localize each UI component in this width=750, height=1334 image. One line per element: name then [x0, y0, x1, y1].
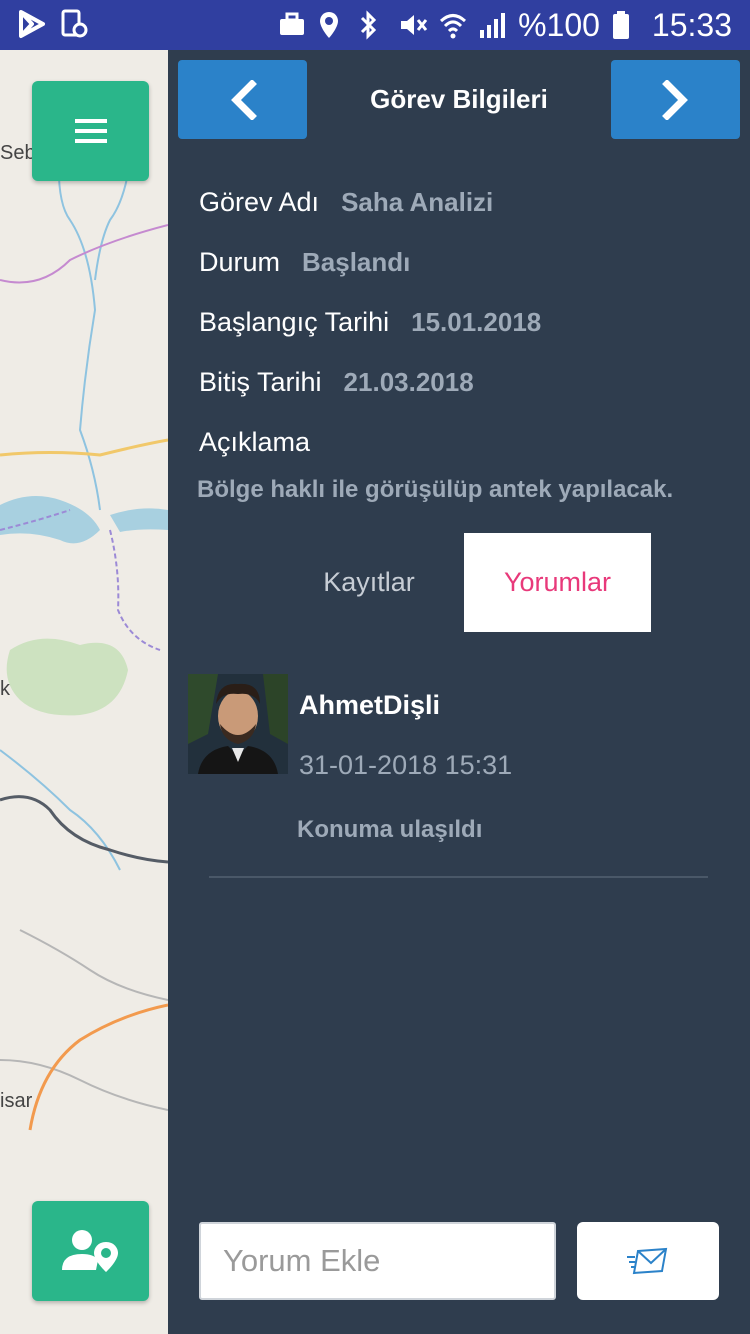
comment-input[interactable] — [199, 1222, 556, 1300]
battery-icon — [612, 10, 640, 40]
comment-divider — [209, 876, 708, 878]
chevron-left-icon — [230, 79, 257, 120]
chevron-right-icon — [661, 79, 688, 120]
next-button[interactable] — [611, 60, 740, 139]
start-date-label: Başlangıç Tarihi — [199, 307, 390, 337]
end-date-row: Bitiş Tarihi 21.03.2018 — [199, 367, 474, 398]
user-location-icon — [61, 1230, 118, 1272]
start-date-value: 15.01.2018 — [411, 307, 542, 337]
task-name-value: Saha Analizi — [341, 187, 494, 217]
map-label: k — [0, 678, 10, 700]
description-label: Açıklama — [199, 427, 311, 457]
tab-records[interactable]: Kayıtlar — [294, 533, 444, 632]
end-date-label: Bitiş Tarihi — [199, 367, 322, 397]
send-comment-button[interactable] — [577, 1222, 719, 1300]
task-status-label: Durum — [199, 247, 281, 277]
task-status-value: Başlandı — [302, 247, 411, 277]
comment-date: 31-01-2018 15:31 — [299, 750, 513, 780]
description-row: Açıklama — [199, 427, 310, 458]
mute-icon — [398, 10, 428, 40]
clock: 15:33 — [651, 7, 732, 43]
menu-button[interactable] — [32, 81, 149, 181]
tab-comments[interactable]: Yorumlar — [464, 533, 651, 632]
bluetooth-icon — [358, 10, 386, 40]
comment-author: AhmetDişli — [299, 690, 441, 720]
map-roads — [0, 139, 168, 1131]
battery-percent: %100 — [518, 7, 600, 43]
task-name-label: Görev Adı — [199, 187, 320, 217]
send-mail-icon — [627, 1247, 668, 1275]
description-value: Bölge haklı ile görüşülüp antek yapılaca… — [197, 476, 674, 503]
avatar — [188, 674, 288, 774]
start-date-row: Başlangıç Tarihi 15.01.2018 — [199, 307, 541, 338]
signal-icon — [478, 10, 506, 40]
task-name-row: Görev Adı Saha Analizi — [199, 187, 493, 218]
comment-text: Konuma ulaşıldı — [297, 816, 483, 843]
location-icon — [318, 10, 346, 40]
status-bar: %100 15:33 — [0, 0, 750, 50]
map-label: isar — [0, 1090, 33, 1112]
page-title: Görev Bilgileri — [370, 84, 548, 114]
user-location-button[interactable] — [32, 1201, 149, 1301]
briefcase-icon — [278, 10, 306, 40]
task-panel: Görev Bilgileri Görev Adı Saha Analizi D… — [168, 50, 750, 1334]
previous-button[interactable] — [178, 60, 307, 139]
map-view[interactable]: Sebo k isar — [0, 50, 168, 1334]
wifi-icon — [438, 10, 467, 40]
screenshot-icon — [60, 9, 88, 39]
play-store-icon — [18, 9, 46, 39]
end-date-value: 21.03.2018 — [343, 367, 474, 397]
hamburger-menu-icon — [74, 119, 107, 143]
task-status-row: Durum Başlandı — [199, 247, 410, 278]
